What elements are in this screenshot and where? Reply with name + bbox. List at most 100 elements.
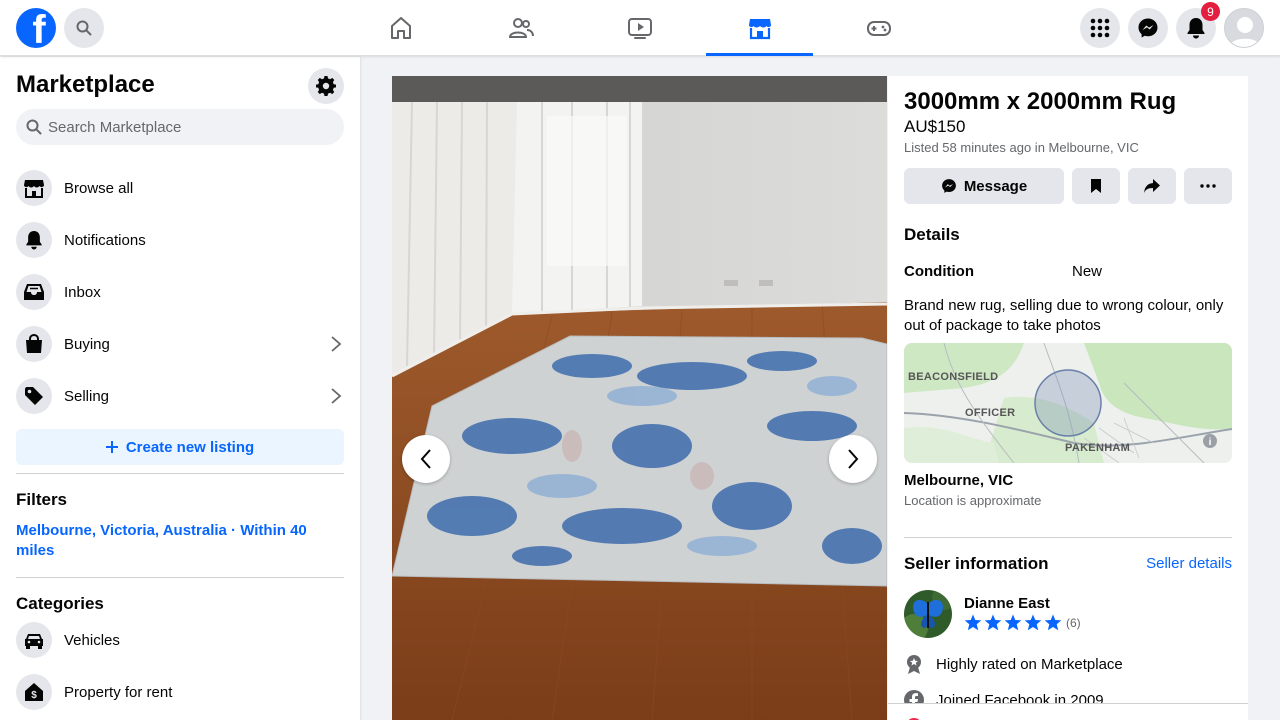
svg-text:$: $ [31,690,37,701]
share-icon [1144,179,1160,193]
condition-label: Condition [904,263,974,280]
search-button[interactable] [64,8,104,48]
chevron-right-icon [331,388,342,404]
rug-photo-illustration [392,76,887,720]
plus-icon [105,441,118,453]
more-icon [1200,184,1216,188]
default-avatar-icon [1229,17,1261,47]
create-new-listing-button[interactable]: Create new listing [16,429,344,465]
sidebar-item-browse-all[interactable]: Browse all [16,166,344,210]
seller-badge-highly-rated: Highly rated on Marketplace [904,654,1123,674]
sidebar-divider [16,473,344,474]
listing-photo [392,76,887,720]
seller-name[interactable]: Dianne East [964,595,1050,612]
tab-gaming[interactable] [825,0,932,56]
search-icon [76,20,92,36]
bell-icon [1187,18,1205,39]
listing-title: 3000mm x 2000mm Rug [904,88,1177,115]
tab-watch[interactable] [586,0,693,56]
category-property-for-rent[interactable]: $ Property for rent [16,670,344,714]
location-name: Melbourne, VIC [904,472,1014,489]
category-label: Property for rent [64,683,173,701]
more-options-button[interactable] [1184,168,1232,204]
location-filter-link[interactable]: Melbourne, Victoria, Australia · Within … [16,521,336,561]
price-tag-icon [25,387,43,405]
award-icon [907,655,921,674]
sidebar-item-selling[interactable]: Selling [16,374,344,418]
tab-marketplace[interactable] [706,0,813,56]
chevron-right-icon [331,336,342,352]
marketplace-sidebar: Marketplace Browse all Notifications Inb… [0,57,360,720]
listing-description: Brand new rug, selling due to wrong colo… [904,297,1224,334]
previous-photo-button[interactable] [402,435,450,483]
map-label-officer: OFFICER [965,407,1016,419]
storefront-icon-wrap [16,170,52,206]
page-title: Marketplace [16,71,155,98]
house-dollar-icon: $ [25,683,43,701]
car-icon [25,634,43,649]
next-photo-button[interactable] [829,435,877,483]
facebook-logo-letter: f [32,8,46,48]
home-icon [390,17,411,39]
rating-count: (6) [1066,615,1081,630]
star-icon [964,614,982,631]
details-heading: Details [904,225,960,244]
top-navigation-bar: f 9 [0,0,1280,56]
save-button[interactable] [1072,168,1120,204]
sidebar-divider [16,577,344,578]
panel-divider [904,537,1232,538]
friends-icon [508,18,534,38]
badge-text: Highly rated on Marketplace [936,655,1123,673]
svg-text:i: i [1209,437,1212,448]
condition-value: New [1072,263,1103,280]
next-badge-icon [908,718,920,720]
bell-icon-wrap [16,222,52,258]
gaming-icon [866,21,891,36]
listing-price: AU$150 [904,117,966,136]
chevron-right-icon [848,449,859,469]
category-vehicles[interactable]: Vehicles [16,618,344,662]
create-new-listing-label: Create new listing [125,438,255,456]
butterfly-avatar-image [904,590,952,638]
filters-heading: Filters [16,490,68,509]
sidebar-item-inbox[interactable]: Inbox [16,270,344,314]
menu-button[interactable] [1080,8,1120,48]
bookmark-icon [1091,179,1101,193]
grid-menu-icon [1090,18,1110,38]
messenger-icon [941,179,956,193]
categories-heading: Categories [16,594,104,613]
marketplace-search[interactable] [16,109,344,145]
facebook-logo[interactable]: f [16,8,56,48]
chevron-left-icon [420,449,431,469]
notifications-button[interactable]: 9 [1176,2,1220,48]
share-button[interactable] [1128,168,1176,204]
map-label-beaconsfield: BEACONSFIELD [908,371,999,383]
car-icon-wrap [16,622,52,658]
settings-button[interactable] [308,68,344,104]
panel-footer [888,703,1248,720]
inbox-icon-wrap [16,274,52,310]
sidebar-item-label: Browse all [64,179,134,197]
sidebar-item-label: Inbox [64,283,101,301]
shopping-bag-icon-wrap [16,326,52,362]
star-icon [1044,614,1062,631]
tab-home[interactable] [347,0,454,56]
search-input[interactable] [48,118,328,136]
bell-icon [26,231,42,250]
account-avatar[interactable] [1224,8,1264,48]
map-label-pakenham: PAKENHAM [1065,442,1131,454]
search-icon [26,119,42,135]
message-button[interactable]: Message [904,168,1064,204]
gear-icon [316,76,336,96]
seller-details-link[interactable]: Seller details [1146,555,1232,572]
seller-avatar[interactable] [904,590,952,638]
seller-rating: (6) [964,614,1081,631]
location-map[interactable]: i BEACONSFIELD OFFICER PAKENHAM [904,343,1232,463]
star-icon [984,614,1002,631]
messenger-button[interactable] [1128,8,1168,48]
sidebar-item-notifications[interactable]: Notifications [16,218,344,262]
sidebar-item-buying[interactable]: Buying [16,322,344,366]
tab-friends[interactable] [467,0,574,56]
price-tag-icon-wrap [16,378,52,414]
listing-details-panel: 3000mm x 2000mm Rug AU$150 Listed 58 min… [888,76,1248,720]
